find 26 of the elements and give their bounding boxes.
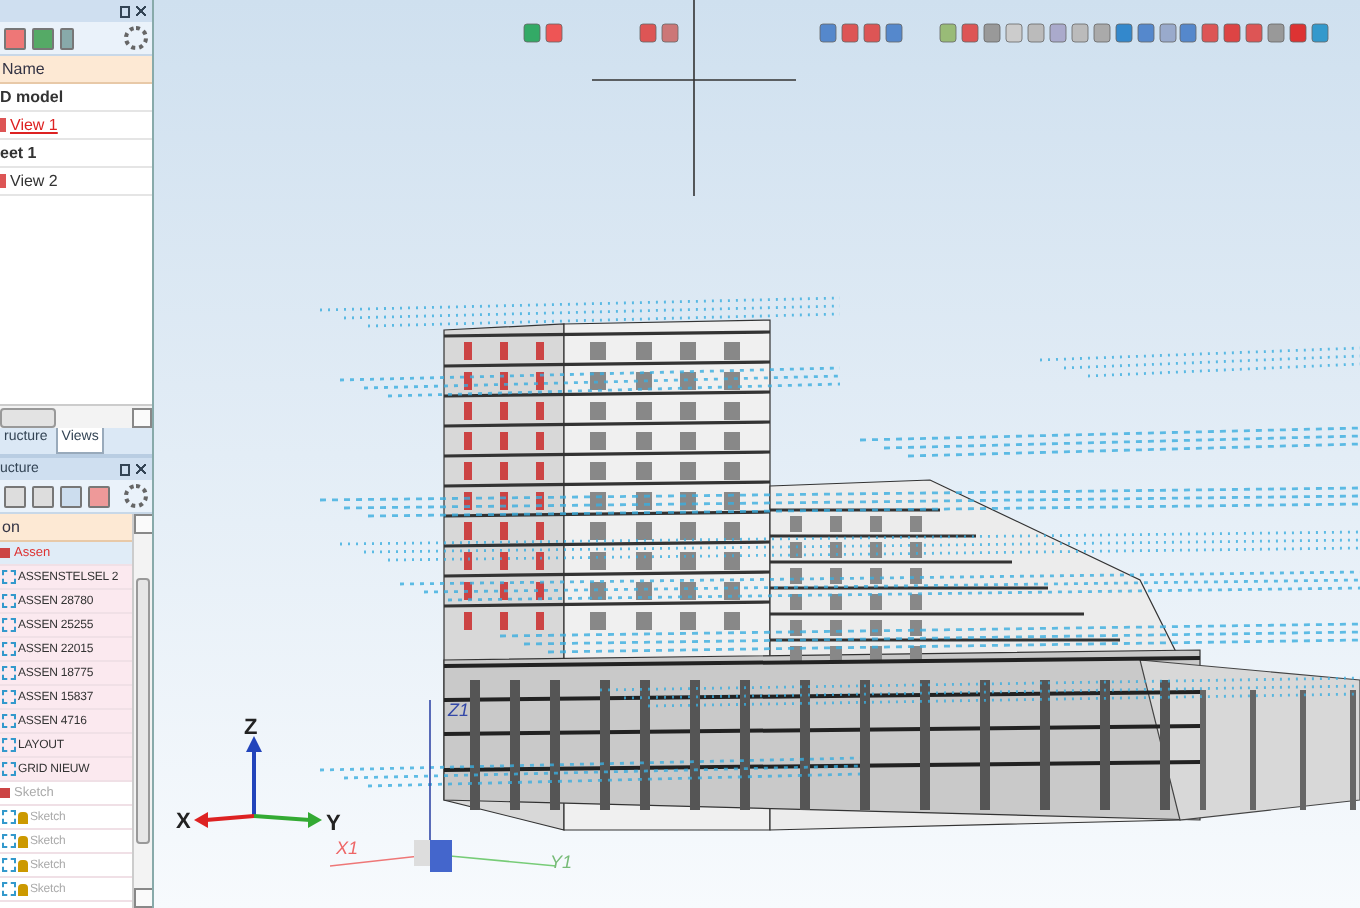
- x-axis-arrow: [194, 812, 255, 828]
- scroll-right-button[interactable]: [132, 407, 152, 427]
- axis-label: Z1: [448, 700, 470, 720]
- view-item[interactable]: D model: [0, 88, 64, 106]
- pin-icon[interactable]: [120, 463, 130, 475]
- axis-label: X: [176, 810, 191, 834]
- z-axis-arrow: [246, 736, 262, 816]
- axis-label: Z: [244, 716, 258, 740]
- pin-icon[interactable]: [120, 5, 130, 17]
- view-item[interactable]: View 2: [10, 172, 58, 190]
- view-item[interactable]: eet 1: [0, 144, 37, 162]
- view-item[interactable]: View 1: [10, 116, 58, 134]
- scroll-up-button[interactable]: [134, 514, 152, 534]
- y-axis-arrow: [253, 812, 322, 828]
- scroll-down-button[interactable]: [134, 888, 152, 908]
- close-icon[interactable]: [136, 464, 146, 474]
- axis-label: Y1: [550, 852, 573, 872]
- axis-label: Y: [326, 812, 341, 836]
- axis-label: X1: [336, 838, 359, 858]
- settings-icon[interactable]: [124, 484, 148, 508]
- settings-icon[interactable]: [124, 26, 148, 50]
- column-header: Name: [0, 56, 152, 84]
- column-header: on: [0, 514, 132, 542]
- close-icon[interactable]: [136, 6, 146, 16]
- scrollbar-thumb[interactable]: [0, 407, 56, 427]
- scrollbar-thumb[interactable]: [136, 578, 150, 844]
